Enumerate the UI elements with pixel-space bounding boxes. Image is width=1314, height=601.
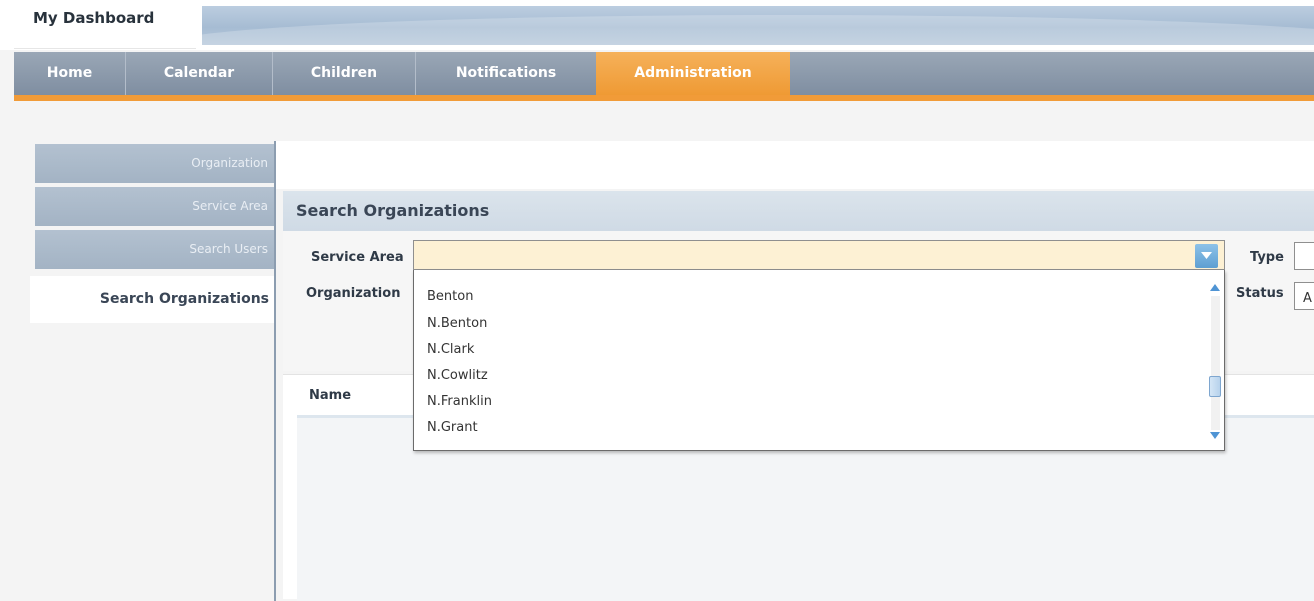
nav-underline — [14, 95, 1314, 101]
dropdown-option[interactable]: N.Benton — [427, 316, 487, 331]
tab-home[interactable]: Home — [14, 52, 126, 95]
service-area-dropdown-list: Benton N.Benton N.Clark N.Cowlitz N.Fran… — [413, 270, 1225, 451]
sidebar-item-service-area[interactable]: Service Area — [35, 187, 274, 226]
section-header: Search Organizations — [283, 191, 1314, 231]
tab-children[interactable]: Children — [273, 52, 416, 95]
content-top-panel — [276, 141, 1314, 189]
dropdown-option[interactable]: N.Clark — [427, 342, 474, 357]
organization-label: Organization — [306, 286, 401, 301]
dashboard-tab[interactable]: My Dashboard — [14, 0, 196, 49]
column-header-name[interactable]: Name — [309, 388, 351, 403]
type-select[interactable] — [1294, 242, 1314, 270]
scroll-up-icon[interactable] — [1210, 284, 1220, 291]
service-area-select[interactable] — [413, 240, 1225, 270]
dropdown-option[interactable]: N.Grant — [427, 420, 478, 435]
app-title: My Dashboard — [33, 9, 155, 27]
tab-calendar[interactable]: Calendar — [126, 52, 273, 95]
status-value: A — [1303, 291, 1312, 306]
dropdown-option[interactable]: N.Cowlitz — [427, 368, 488, 383]
page-title: Search Organizations — [296, 201, 490, 220]
sidebar-item-search-organizations[interactable]: Search Organizations — [30, 276, 275, 323]
tab-administration[interactable]: Administration — [596, 52, 790, 95]
status-label: Status — [1236, 286, 1284, 301]
dropdown-option[interactable]: N.Franklin — [427, 394, 492, 409]
chevron-down-icon[interactable] — [1195, 244, 1218, 268]
tab-notifications[interactable]: Notifications — [416, 52, 596, 95]
dropdown-option[interactable]: Benton — [427, 289, 473, 304]
sidebar-divider — [274, 141, 276, 601]
type-label: Type — [1250, 250, 1284, 265]
sidebar-item-organization[interactable]: Organization — [35, 144, 274, 183]
scrollbar-thumb[interactable] — [1209, 376, 1221, 397]
service-area-label: Service Area — [311, 250, 404, 265]
scroll-down-icon[interactable] — [1210, 432, 1220, 439]
top-bar: My Dashboard — [0, 0, 1314, 50]
header-banner — [202, 6, 1314, 45]
main-nav: Home Calendar Children Notifications Adm… — [14, 52, 1314, 95]
dropdown-scrollbar[interactable] — [1208, 280, 1223, 445]
sidebar-item-search-users[interactable]: Search Users — [35, 230, 274, 269]
